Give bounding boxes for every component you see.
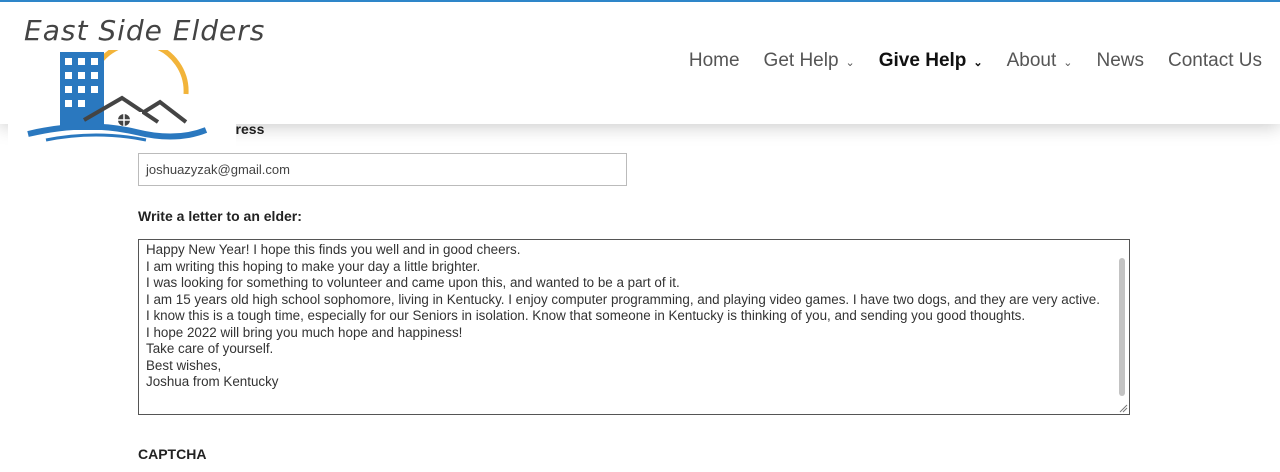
logo-graphic	[27, 50, 208, 142]
letter-label: Write a letter to an elder:	[138, 208, 302, 224]
nav-item-label: Home	[688, 50, 740, 71]
chevron-down-icon: ⌄	[1063, 56, 1073, 69]
captcha-label: CAPTCHA	[138, 446, 207, 462]
logo-text: East Side Elders	[24, 14, 266, 47]
nav-item-news[interactable]: News	[1097, 50, 1145, 72]
chevron-down-icon: ⌄	[845, 56, 855, 69]
nav-item-label: Contact Us	[1168, 50, 1262, 71]
nav-item-get-help[interactable]: Get Help ⌄	[764, 50, 855, 72]
nav-item-contact-us[interactable]: Contact Us	[1168, 50, 1262, 72]
nav-item-label: Give Help	[878, 50, 967, 71]
nav-item-label: News	[1096, 50, 1145, 71]
scrollbar-thumb[interactable]	[1119, 258, 1125, 396]
scrollbar[interactable]	[1118, 258, 1126, 398]
nav-item-label: About	[1006, 50, 1057, 71]
nav-item-give-help[interactable]: Give Help ⌄	[879, 50, 983, 72]
nav-item-label: Get Help	[763, 50, 839, 71]
email-field[interactable]: joshuazyzak@gmail.com	[138, 153, 627, 186]
letter-textarea[interactable]: Happy New Year! I hope this finds you we…	[138, 239, 1130, 415]
main-nav: Home Get Help ⌄ Give Help ⌄ About ⌄ News…	[665, 50, 1262, 72]
site-logo[interactable]: East Side Elders	[8, 4, 264, 152]
nav-item-about[interactable]: About ⌄	[1007, 50, 1073, 72]
chevron-down-icon: ⌄	[973, 56, 983, 69]
resize-handle-icon[interactable]	[1118, 403, 1128, 413]
nav-item-home[interactable]: Home	[689, 50, 740, 72]
letter-text: Happy New Year! I hope this finds you we…	[146, 242, 1100, 389]
